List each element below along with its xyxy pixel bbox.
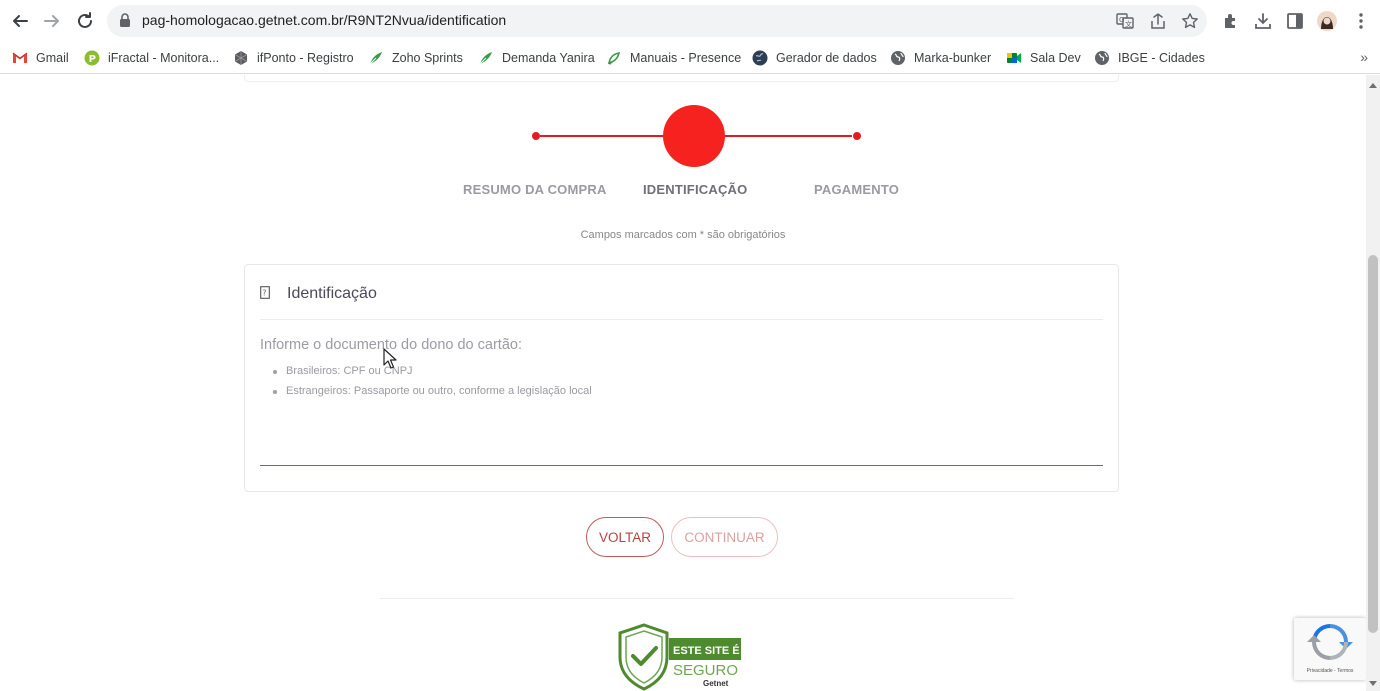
presence-icon	[606, 50, 622, 66]
document-input[interactable]	[260, 465, 1103, 466]
stepper-line-right	[722, 135, 852, 137]
bookmark-ifractal[interactable]: P iFractal - Monitora...	[84, 49, 219, 67]
footer-divider	[380, 598, 1014, 599]
bookmark-ibge-cidades[interactable]: IBGE - Cidades	[1094, 49, 1205, 67]
recaptcha-terms[interactable]: Privacidade - Termos	[1294, 668, 1366, 674]
recaptcha-icon	[1307, 624, 1353, 660]
step-dot-identificacao-active	[663, 105, 725, 167]
browser-toolbar: pag-homologacao.getnet.com.br/R9NT2Nvua/…	[0, 0, 1380, 42]
step-label-pagamento: PAGAMENTO	[814, 182, 900, 197]
document-types-list: Brasileiros: CPF ou CNPJ Estrangeiros: P…	[273, 365, 592, 405]
zoho-sprints-icon	[368, 50, 384, 66]
side-panel-icon[interactable]	[1284, 10, 1306, 32]
share-icon[interactable]	[1148, 11, 1168, 31]
bookmark-sala-dev[interactable]: Sala Dev	[1006, 49, 1081, 67]
globe-icon	[890, 50, 906, 66]
profile-avatar[interactable]	[1316, 10, 1338, 32]
bookmark-zoho-sprints[interactable]: Zoho Sprints	[368, 49, 463, 67]
extensions-icon[interactable]	[1220, 10, 1242, 32]
mouse-cursor-icon	[383, 348, 397, 375]
back-arrow-icon[interactable]	[8, 9, 32, 33]
bookmark-ifponto[interactable]: ifPonto - Registro	[233, 49, 354, 67]
scroll-down-arrow-icon[interactable]	[1369, 681, 1377, 686]
translate-icon[interactable]: 文G	[1115, 11, 1135, 31]
globe-icon	[1094, 50, 1110, 66]
page-scrollbar[interactable]	[1366, 75, 1380, 691]
more-bookmarks-chevron-icon[interactable]: »	[1360, 49, 1368, 65]
svg-text:G: G	[1119, 16, 1124, 24]
recaptcha-badge[interactable]: Privacidade - Termos	[1294, 618, 1366, 680]
reload-icon[interactable]	[73, 9, 97, 33]
bookmark-marka-bunker[interactable]: Marka-bunker	[890, 49, 991, 67]
list-item: Brasileiros: CPF ou CNPJ	[273, 365, 592, 377]
svg-text:?: ?	[262, 289, 266, 298]
page-viewport: RESUMO DA COMPRA IDENTIFICAÇÃO PAGAMENTO…	[0, 75, 1366, 691]
scroll-up-arrow-icon[interactable]	[1369, 83, 1377, 88]
required-fields-note: Campos marcados com * são obrigatórios	[580, 229, 786, 241]
back-button[interactable]: VOLTAR	[586, 517, 664, 557]
seal-line2: SEGURO	[673, 662, 738, 679]
bookmark-gerador-de-dados[interactable]: Gerador de dados	[752, 49, 877, 67]
lock-icon[interactable]	[119, 13, 131, 33]
address-bar[interactable]: pag-homologacao.getnet.com.br/R9NT2Nvua/…	[107, 5, 1207, 37]
download-icon[interactable]	[1252, 10, 1274, 32]
gmail-icon	[12, 50, 28, 66]
svg-text:文: 文	[1125, 20, 1132, 29]
google-meet-icon	[1006, 50, 1022, 66]
bookmarks-bar: Gmail P iFractal - Monitora... ifPonto -…	[0, 42, 1380, 74]
seal-brand: Getnet	[703, 679, 729, 688]
shield-check-icon: ESTE SITE É SEGURO Getnet	[618, 623, 741, 691]
globe-dark-icon	[752, 50, 768, 66]
step-label-resumo: RESUMO DA COMPRA	[463, 182, 607, 197]
bookmark-manuais-presence[interactable]: Manuais - Presence	[606, 49, 741, 67]
stepper-line-left	[540, 135, 666, 137]
url-text[interactable]: pag-homologacao.getnet.com.br/R9NT2Nvua/…	[142, 12, 506, 28]
cube-icon	[233, 50, 249, 66]
seal-line1: ESTE SITE É	[673, 644, 740, 657]
card-divider	[260, 319, 1103, 320]
list-item: Estrangeiros: Passaporte ou outro, confo…	[273, 385, 592, 397]
kebab-menu-icon[interactable]	[1350, 10, 1372, 32]
card-title: Identificação	[287, 285, 377, 302]
star-icon[interactable]	[1180, 11, 1200, 31]
step-dot-resumo	[532, 132, 540, 140]
document-icon: ?	[260, 286, 270, 304]
identification-card: ? Identificação Informe o documento do d…	[244, 264, 1119, 492]
secure-site-seal: ESTE SITE É SEGURO Getnet	[617, 623, 743, 691]
previous-card-edge	[244, 75, 1119, 82]
continue-button[interactable]: CONTINUAR	[671, 517, 778, 557]
forward-arrow-icon[interactable]	[40, 9, 64, 33]
step-dot-pagamento	[853, 132, 861, 140]
step-label-identificacao: IDENTIFICAÇÃO	[643, 182, 748, 197]
bookmark-demanda-yanira[interactable]: Demanda Yanira	[478, 49, 595, 67]
scroll-thumb[interactable]	[1368, 255, 1378, 633]
zoho-sprints-icon	[478, 50, 494, 66]
ifractal-icon: P	[84, 50, 100, 66]
svg-text:P: P	[89, 54, 96, 65]
bookmark-gmail[interactable]: Gmail	[12, 49, 69, 67]
